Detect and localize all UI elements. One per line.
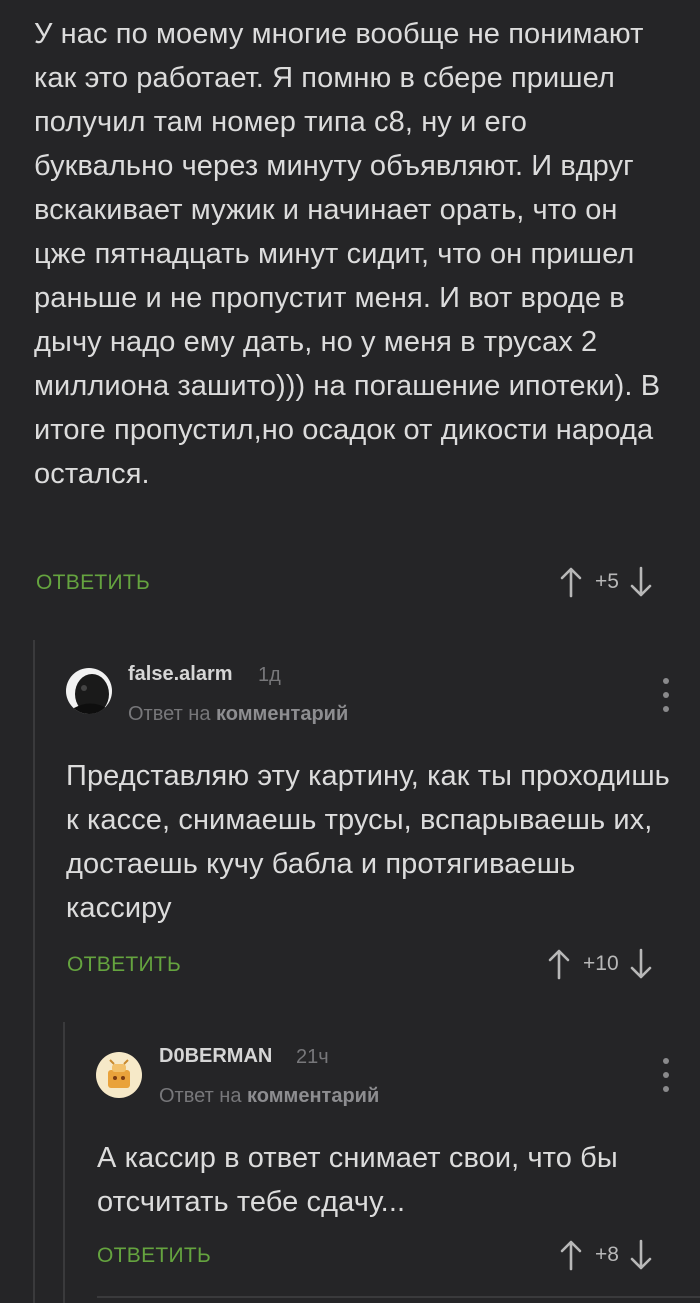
reply-to-link[interactable]: комментарий [216, 703, 348, 725]
more-vertical-icon[interactable] [660, 678, 672, 712]
arrow-down-icon[interactable] [629, 948, 653, 980]
reply-button[interactable]: ОТВЕТИТЬ [97, 1244, 211, 1268]
arrow-down-icon[interactable] [629, 1239, 653, 1271]
score: +5 [595, 570, 619, 593]
vote-controls: +8 [559, 1239, 653, 1271]
avatar[interactable] [96, 1052, 142, 1098]
arrow-up-icon[interactable] [559, 566, 583, 598]
reply-to-link[interactable]: комментарий [247, 1085, 379, 1107]
avatar-image [96, 1052, 142, 1098]
author-name[interactable]: D0BERMAN [159, 1045, 272, 1068]
thread-line [33, 640, 35, 1303]
reply-to-prefix: Ответ на [159, 1085, 242, 1107]
comment-text: У нас по моему многие вообще не понимают… [34, 18, 661, 490]
reply-button[interactable]: ОТВЕТИТЬ [36, 571, 150, 595]
arrow-up-icon[interactable] [559, 1239, 583, 1271]
author-name[interactable]: false.alarm [128, 663, 233, 686]
reply-to-prefix: Ответ на [128, 703, 211, 725]
more-vertical-icon[interactable] [660, 1058, 672, 1092]
arrow-up-icon[interactable] [547, 948, 571, 980]
vote-controls: +10 [547, 948, 653, 980]
comment-text: А кассир в ответ снимает свои, что бы от… [97, 1142, 618, 1218]
comment-text: Представляю эту картину, как ты проходиш… [66, 760, 670, 924]
arrow-down-icon[interactable] [629, 566, 653, 598]
avatar-image [66, 668, 112, 714]
score: +8 [595, 1243, 619, 1266]
reply-button[interactable]: ОТВЕТИТЬ [67, 953, 181, 977]
avatar[interactable] [66, 668, 112, 714]
score: +10 [583, 952, 619, 975]
thread-line [63, 1022, 65, 1303]
comment-time: 1д [258, 664, 281, 686]
divider [97, 1296, 700, 1298]
vote-controls: +5 [559, 566, 653, 598]
comment-time: 21ч [296, 1046, 329, 1068]
reply-to: Ответ на комментарий [159, 1085, 379, 1108]
reply-to: Ответ на комментарий [128, 703, 348, 726]
